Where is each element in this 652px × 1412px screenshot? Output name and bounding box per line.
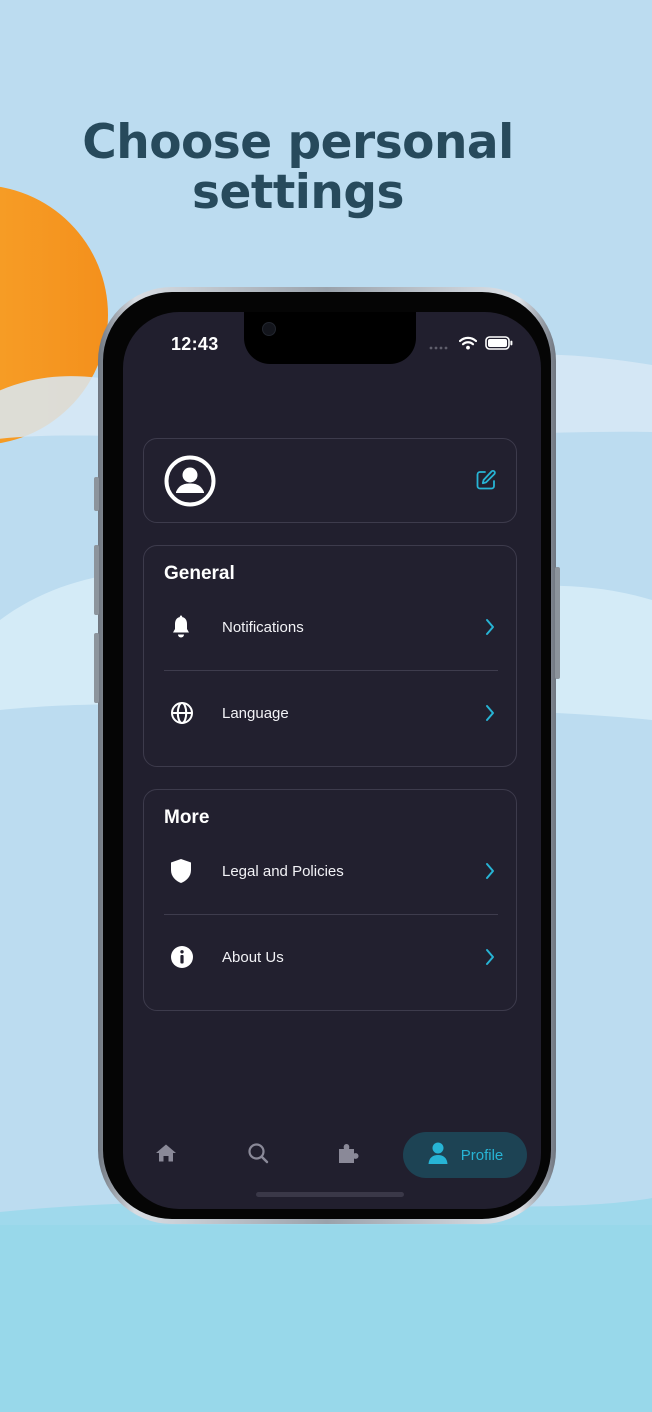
general-card: General Notifications Language [143,545,517,767]
edit-icon[interactable] [474,468,498,492]
phone-mockup: 12:43 General Notifications Language Mor… [94,287,560,1224]
camera-icon [262,322,276,336]
silent-switch [94,477,99,511]
power-button [555,567,560,679]
tab-search[interactable] [233,1132,283,1178]
info-icon [170,945,208,969]
puzzle-icon [336,1141,360,1170]
more-section-title: More [164,807,210,828]
status-icons [429,336,513,355]
language-label: Language [222,704,289,722]
legal-policies-row[interactable]: Legal and Policies [164,828,498,914]
tab-puzzle[interactable] [323,1132,373,1178]
chevron-right-icon [482,861,498,881]
chevron-right-icon [482,703,498,723]
tab-profile[interactable]: Profile [403,1132,527,1178]
search-icon [247,1142,269,1169]
bell-icon [170,615,208,639]
phone-bezel: 12:43 General Notifications Language Mor… [103,292,551,1219]
notifications-label: Notifications [222,618,304,636]
headline-line-2: settings [192,165,404,220]
legal-policies-label: Legal and Policies [222,862,344,880]
tab-home[interactable] [141,1132,191,1178]
status-time: 12:43 [171,334,219,354]
language-row[interactable]: Language [164,670,498,756]
globe-icon [170,701,208,725]
notifications-row[interactable]: Notifications [164,584,498,670]
wifi-icon [458,336,478,355]
general-section-title: General [164,563,235,584]
bottom-tab-bar: Profile [123,1132,541,1184]
battery-icon [485,336,513,355]
volume-down-button [94,633,99,703]
shield-icon [170,859,208,883]
chevron-right-icon [482,617,498,637]
volume-up-button [94,545,99,615]
headline-line-1: Choose personal [82,115,514,170]
tab-profile-label: Profile [460,1146,504,1164]
cellular-signal-icon [429,337,451,355]
headline: Choose personal settings [0,118,596,218]
home-icon [155,1143,177,1168]
profile-card [143,438,517,523]
more-card: More Legal and Policies About Us [143,789,517,1011]
user-icon [427,1141,449,1170]
chevron-right-icon [482,947,498,967]
user-circle-icon[interactable] [164,455,216,507]
home-indicator [256,1192,404,1197]
about-us-label: About Us [222,948,284,966]
about-us-row[interactable]: About Us [164,914,498,1000]
phone-screen: 12:43 General Notifications Language Mor… [123,312,541,1209]
notch [244,312,416,364]
